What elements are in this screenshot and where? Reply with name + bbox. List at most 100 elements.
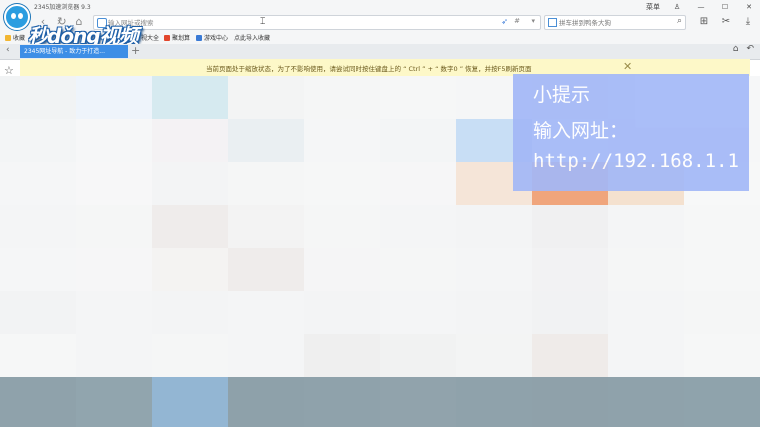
tip-url: http://192.168.1.1 bbox=[533, 150, 739, 172]
blur-tile bbox=[228, 334, 304, 377]
toolbar-icons: ⊞ ✂ ⤓ bbox=[696, 15, 756, 29]
blur-tile bbox=[304, 377, 380, 427]
blur-tile bbox=[380, 248, 456, 291]
download-icon[interactable]: ⤓ bbox=[740, 15, 756, 29]
video-logo-icon bbox=[4, 4, 30, 30]
blur-tile bbox=[608, 377, 684, 427]
rocket-icon[interactable]: ➶ bbox=[501, 17, 508, 26]
tab-active[interactable]: 2345网址导航 - 致力于打造... bbox=[20, 45, 128, 58]
blur-tile bbox=[228, 377, 304, 427]
close-window-button[interactable]: ✕ bbox=[742, 3, 756, 11]
blur-tile bbox=[380, 119, 456, 162]
blur-tile bbox=[608, 205, 684, 248]
blur-tile bbox=[152, 162, 228, 205]
favorites-label: 点此导入收藏 bbox=[234, 35, 271, 42]
blur-tile bbox=[76, 291, 152, 334]
blur-tile bbox=[684, 377, 760, 427]
blur-tile bbox=[380, 334, 456, 377]
search-suggestion: 拼车拼到鸭条大狗 bbox=[559, 19, 611, 27]
juhuasuan-icon bbox=[164, 34, 170, 41]
blur-tile bbox=[0, 119, 76, 162]
undo-icon[interactable]: ↶ bbox=[746, 44, 754, 54]
blur-tile bbox=[152, 334, 228, 377]
blur-tile bbox=[456, 248, 532, 291]
search-engine-icon[interactable] bbox=[548, 18, 557, 27]
search-icon[interactable]: ⌕ bbox=[677, 16, 682, 26]
chevron-down-icon[interactable]: ▾ bbox=[531, 17, 535, 25]
blur-tile bbox=[532, 291, 608, 334]
hash-icon[interactable]: # bbox=[514, 17, 520, 25]
tip-overlay: 小提示 输入网址： http://192.168.1.1 bbox=[513, 74, 749, 191]
apps-grid-icon[interactable]: ⊞ bbox=[696, 15, 712, 29]
blur-tile bbox=[304, 76, 380, 119]
blur-tile bbox=[304, 162, 380, 205]
blur-tile bbox=[532, 205, 608, 248]
favorites-item[interactable]: 游戏中心 bbox=[196, 33, 228, 42]
blur-tile bbox=[0, 205, 76, 248]
blur-tile bbox=[0, 334, 76, 377]
favorites-item[interactable]: 聚划算 bbox=[164, 33, 190, 42]
favorites-item[interactable]: 收藏 bbox=[5, 33, 25, 42]
window-controls: 菜单 ♙ — ☐ ✕ bbox=[646, 0, 756, 13]
blur-tile bbox=[228, 291, 304, 334]
blur-tile bbox=[152, 291, 228, 334]
blur-tile bbox=[532, 334, 608, 377]
tab-scroll-left-icon[interactable]: ‹ bbox=[6, 45, 10, 55]
blur-tile bbox=[152, 205, 228, 248]
blur-tile bbox=[76, 162, 152, 205]
blur-tile bbox=[152, 377, 228, 427]
blur-tile bbox=[380, 76, 456, 119]
shirt-skin-icon[interactable]: ♙ bbox=[670, 3, 684, 11]
new-tab-button[interactable]: + bbox=[131, 44, 140, 57]
star-icon bbox=[5, 34, 11, 41]
window-title: 2345加速浏览器 9.3 bbox=[34, 4, 91, 11]
blur-tile bbox=[380, 377, 456, 427]
briefcase-icon[interactable]: ⌂ bbox=[733, 44, 739, 54]
favorites-label: 聚划算 bbox=[172, 35, 191, 42]
favorites-item[interactable]: 视大全 bbox=[141, 33, 159, 42]
blur-tile bbox=[608, 334, 684, 377]
tip-title: 小提示 bbox=[533, 84, 591, 106]
favorites-label: 收藏 bbox=[13, 35, 26, 42]
close-icon[interactable]: ✕ bbox=[623, 60, 632, 73]
mouse-cursor-icon: ⌶ bbox=[260, 17, 266, 27]
blur-tile bbox=[76, 334, 152, 377]
address-bar[interactable]: 输入网址或搜索 ⌶ ➶ # ▾ bbox=[93, 15, 541, 30]
zoom-notice-text: 当前页面处于缩放状态，为了不影响使用，请尝试同时按住键盘上的 “ Ctrl ” … bbox=[206, 65, 532, 73]
blur-tile bbox=[228, 205, 304, 248]
blur-tile bbox=[304, 119, 380, 162]
blur-tile bbox=[76, 76, 152, 119]
blur-tile bbox=[304, 291, 380, 334]
title-bar: 2345加速浏览器 9.3 菜单 ♙ — ☐ ✕ bbox=[0, 0, 760, 13]
blur-tile bbox=[0, 291, 76, 334]
search-box[interactable]: 拼车拼到鸭条大狗 ⌕ bbox=[544, 15, 686, 30]
blur-tile bbox=[228, 248, 304, 291]
blur-tile bbox=[0, 248, 76, 291]
blur-tile bbox=[304, 334, 380, 377]
blur-tile bbox=[456, 291, 532, 334]
blur-tile bbox=[684, 248, 760, 291]
blur-tile bbox=[0, 377, 76, 427]
favorites-item[interactable]: 点此导入收藏 bbox=[234, 33, 270, 42]
blur-tile bbox=[456, 334, 532, 377]
blur-tile bbox=[304, 248, 380, 291]
favorites-label: 游戏中心 bbox=[204, 35, 229, 42]
blur-tile bbox=[152, 248, 228, 291]
blur-tile bbox=[0, 76, 76, 119]
scissors-icon[interactable]: ✂ bbox=[718, 15, 734, 29]
blur-tile bbox=[76, 377, 152, 427]
blur-tile bbox=[608, 248, 684, 291]
favorites-label: 视大全 bbox=[141, 35, 160, 42]
logo-eye bbox=[11, 13, 16, 19]
maximize-button[interactable]: ☐ bbox=[718, 3, 732, 11]
logo-eye bbox=[18, 13, 23, 19]
blur-tile bbox=[456, 377, 532, 427]
tab-tools: ⌂ ↶ bbox=[733, 44, 754, 54]
minimize-button[interactable]: — bbox=[694, 3, 708, 11]
blur-tile bbox=[152, 76, 228, 119]
blur-tile bbox=[380, 162, 456, 205]
menu-button[interactable]: 菜单 bbox=[646, 2, 660, 12]
blur-tile bbox=[532, 248, 608, 291]
blur-tile bbox=[228, 119, 304, 162]
blur-tile bbox=[228, 76, 304, 119]
